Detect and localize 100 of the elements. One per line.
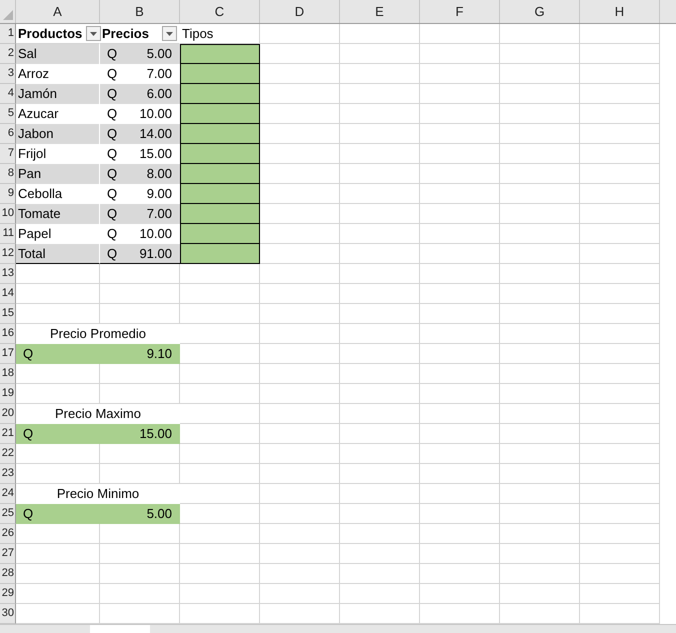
empty-cell[interactable] (500, 304, 580, 324)
column-header[interactable]: E (340, 0, 420, 23)
empty-cell[interactable] (180, 264, 260, 284)
empty-cell[interactable] (420, 164, 500, 184)
empty-cell[interactable] (340, 44, 420, 64)
empty-cell[interactable] (340, 444, 420, 464)
row-header[interactable]: 6 (0, 124, 16, 144)
empty-cell[interactable] (580, 444, 660, 464)
empty-cell[interactable] (420, 344, 500, 364)
empty-cell[interactable] (340, 244, 420, 264)
empty-cell[interactable] (420, 304, 500, 324)
row-header[interactable]: 20 (0, 404, 16, 424)
row-header[interactable]: 12 (0, 244, 16, 264)
select-all-corner-icon[interactable] (3, 10, 13, 20)
empty-cell[interactable] (420, 184, 500, 204)
empty-cell[interactable] (180, 304, 260, 324)
row-header[interactable]: 22 (0, 444, 16, 464)
empty-cell[interactable] (500, 284, 580, 304)
empty-cell[interactable] (580, 584, 660, 604)
empty-cell[interactable] (420, 444, 500, 464)
empty-cell[interactable] (500, 404, 580, 424)
empty-cell[interactable] (260, 404, 340, 424)
row-header[interactable]: 10 (0, 204, 16, 224)
row-header[interactable]: 3 (0, 64, 16, 84)
empty-cell[interactable] (340, 424, 420, 444)
empty-cell[interactable] (260, 564, 340, 584)
row-header[interactable]: 9 (0, 184, 16, 204)
empty-cell[interactable] (340, 564, 420, 584)
empty-cell[interactable] (340, 384, 420, 404)
empty-cell[interactable] (340, 524, 420, 544)
empty-cell[interactable] (420, 64, 500, 84)
empty-cell[interactable] (420, 544, 500, 564)
empty-cell[interactable] (260, 444, 340, 464)
empty-cell[interactable] (340, 464, 420, 484)
column-header[interactable]: D (260, 0, 340, 23)
row-header[interactable]: 16 (0, 324, 16, 344)
empty-cell[interactable] (100, 364, 180, 384)
empty-cell[interactable] (500, 504, 580, 524)
empty-cell[interactable] (580, 304, 660, 324)
column-header[interactable]: G (500, 0, 580, 23)
empty-cell[interactable] (580, 284, 660, 304)
empty-cell[interactable] (500, 164, 580, 184)
empty-cell[interactable] (420, 264, 500, 284)
row-header[interactable]: 13 (0, 264, 16, 284)
empty-cell[interactable] (340, 184, 420, 204)
empty-cell[interactable] (260, 364, 340, 384)
empty-cell[interactable] (420, 44, 500, 64)
empty-cell[interactable] (500, 424, 580, 444)
empty-cell[interactable] (500, 104, 580, 124)
empty-cell[interactable] (500, 264, 580, 284)
row-header[interactable]: 21 (0, 424, 16, 444)
empty-cell[interactable] (420, 204, 500, 224)
empty-cell[interactable] (420, 504, 500, 524)
empty-cell[interactable] (260, 504, 340, 524)
empty-cell[interactable] (500, 544, 580, 564)
empty-cell[interactable] (340, 164, 420, 184)
empty-cell[interactable] (580, 524, 660, 544)
empty-cell[interactable] (500, 124, 580, 144)
row-header[interactable]: 8 (0, 164, 16, 184)
empty-cell[interactable] (420, 404, 500, 424)
empty-cell[interactable] (100, 584, 180, 604)
empty-cell[interactable] (260, 424, 340, 444)
row-header[interactable]: 25 (0, 504, 16, 524)
empty-cell[interactable] (340, 124, 420, 144)
empty-cell[interactable] (180, 584, 260, 604)
empty-cell[interactable] (180, 464, 260, 484)
empty-cell[interactable] (580, 404, 660, 424)
empty-cell[interactable] (340, 144, 420, 164)
empty-cell[interactable] (260, 344, 340, 364)
empty-cell[interactable] (500, 564, 580, 584)
row-header[interactable]: 19 (0, 384, 16, 404)
row-header[interactable]: 14 (0, 284, 16, 304)
empty-cell[interactable] (500, 464, 580, 484)
column-header[interactable]: H (580, 0, 660, 23)
empty-cell[interactable] (500, 444, 580, 464)
empty-cell[interactable] (420, 24, 500, 44)
empty-cell[interactable] (500, 64, 580, 84)
empty-cell[interactable] (340, 104, 420, 124)
empty-cell[interactable] (260, 464, 340, 484)
empty-cell[interactable] (500, 24, 580, 44)
empty-cell[interactable] (420, 364, 500, 384)
row-header[interactable]: 4 (0, 84, 16, 104)
empty-cell[interactable] (500, 184, 580, 204)
empty-cell[interactable] (500, 364, 580, 384)
empty-cell[interactable] (420, 124, 500, 144)
empty-cell[interactable] (420, 524, 500, 544)
empty-cell[interactable] (420, 144, 500, 164)
empty-cell[interactable] (340, 264, 420, 284)
empty-cell[interactable] (260, 324, 340, 344)
row-header[interactable]: 5 (0, 104, 16, 124)
empty-cell[interactable] (580, 264, 660, 284)
empty-cell[interactable] (340, 284, 420, 304)
empty-cell[interactable] (580, 324, 660, 344)
empty-cell[interactable] (500, 84, 580, 104)
empty-cell[interactable] (340, 84, 420, 104)
empty-cell[interactable] (420, 384, 500, 404)
row-header[interactable]: 29 (0, 584, 16, 604)
empty-cell[interactable] (100, 444, 180, 464)
row-header[interactable]: 17 (0, 344, 16, 364)
row-header[interactable]: 7 (0, 144, 16, 164)
